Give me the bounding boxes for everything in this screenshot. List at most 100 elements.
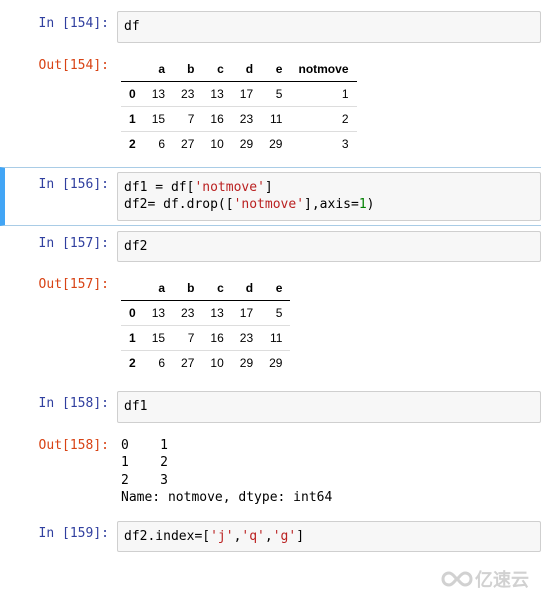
cell-value: 27 <box>173 131 202 156</box>
cell-157-out: Out[157]: a b c d e 0 13 <box>0 267 541 386</box>
code-text: ],axis= <box>304 197 359 212</box>
cell-value: 13 <box>144 81 173 106</box>
cell-value: 27 <box>173 351 202 376</box>
cell-value: 11 <box>261 106 290 131</box>
cell-content: df1 = df['notmove'] df2= df.drop(['notmo… <box>117 172 541 221</box>
out-prompt: Out[158]: <box>5 433 117 455</box>
code-string: 'q' <box>241 529 264 544</box>
col-header: a <box>144 276 173 301</box>
cell-value: 7 <box>173 326 202 351</box>
table-row: 1 15 7 16 23 11 2 <box>121 106 357 131</box>
row-index: 2 <box>121 131 144 156</box>
row-index: 2 <box>121 351 144 376</box>
cell-value: 29 <box>232 131 261 156</box>
table-row: 0 13 23 13 17 5 <box>121 301 290 326</box>
cell-output: a b c d e 0 13 23 13 17 5 <box>117 272 541 381</box>
cell-value: 15 <box>144 106 173 131</box>
code-string: 'notmove' <box>194 180 264 195</box>
cell-value: 3 <box>290 131 356 156</box>
code-input[interactable]: df1 <box>117 391 541 423</box>
cell-value: 2 <box>290 106 356 131</box>
cell-value: 13 <box>202 81 231 106</box>
row-index: 1 <box>121 326 144 351</box>
cell-value: 10 <box>202 131 231 156</box>
cell-value: 5 <box>261 301 290 326</box>
cell-value: 23 <box>173 301 202 326</box>
table-row: 1 15 7 16 23 11 <box>121 326 290 351</box>
col-header: c <box>202 57 231 82</box>
cell-value: 11 <box>261 326 290 351</box>
cell-content: df2 <box>117 231 541 263</box>
cell-156-in: In [156]: df1 = df['notmove'] df2= df.dr… <box>0 167 541 226</box>
code-string: 'notmove' <box>234 197 304 212</box>
code-input[interactable]: df2.index=['j','q','g'] <box>117 521 541 553</box>
cell-value: 5 <box>261 81 290 106</box>
out-prompt: Out[157]: <box>5 272 117 294</box>
cell-value: 1 <box>290 81 356 106</box>
code-string: 'g' <box>273 529 296 544</box>
table-row: 2 6 27 10 29 29 3 <box>121 131 357 156</box>
code-string: 'j' <box>210 529 233 544</box>
col-header: b <box>173 57 202 82</box>
cell-158-out: Out[158]: 0 1 1 2 2 3 Name: notmove, dty… <box>0 428 541 516</box>
code-input[interactable]: df2 <box>117 231 541 263</box>
table-row: 2 6 27 10 29 29 <box>121 351 290 376</box>
cell-value: 23 <box>173 81 202 106</box>
col-header: e <box>261 57 290 82</box>
watermark-text: 亿速云 <box>475 566 529 592</box>
cell-value: 29 <box>261 131 290 156</box>
table-row: 0 13 23 13 17 5 1 <box>121 81 357 106</box>
col-header: e <box>261 276 290 301</box>
cell-154-in: In [154]: df <box>0 6 541 48</box>
text-output: 0 1 1 2 2 3 Name: notmove, dtype: int64 <box>117 433 541 511</box>
cell-content: df1 <box>117 391 541 423</box>
in-prompt: In [157]: <box>5 231 117 253</box>
col-header: d <box>232 57 261 82</box>
cell-value: 15 <box>144 326 173 351</box>
cell-value: 23 <box>232 106 261 131</box>
code-text: ] <box>296 529 304 544</box>
cell-value: 6 <box>144 351 173 376</box>
cell-value: 16 <box>202 326 231 351</box>
cell-content: df2.index=['j','q','g'] <box>117 521 541 553</box>
watermark: 亿速云 <box>441 566 529 592</box>
cell-output: a b c d e notmove 0 13 23 13 17 <box>117 53 541 162</box>
cell-value: 16 <box>202 106 231 131</box>
code-input[interactable]: df <box>117 11 541 43</box>
in-prompt: In [158]: <box>5 391 117 413</box>
code-text: df1 = df[ <box>124 180 194 195</box>
code-text: df2.index=[ <box>124 529 210 544</box>
cell-value: 6 <box>144 131 173 156</box>
cell-154-out: Out[154]: a b c d e notmove 0 <box>0 48 541 167</box>
notebook: In [154]: df Out[154]: a b c d e notmove <box>0 0 541 557</box>
row-index: 0 <box>121 81 144 106</box>
dataframe-table: a b c d e notmove 0 13 23 13 17 <box>121 57 357 156</box>
row-index: 1 <box>121 106 144 131</box>
col-header: c <box>202 276 231 301</box>
code-text: ) <box>367 197 375 212</box>
col-header: b <box>173 276 202 301</box>
in-prompt: In [156]: <box>5 172 117 194</box>
cell-value: 13 <box>202 301 231 326</box>
code-text: ] <box>265 180 273 195</box>
code-input[interactable]: df1 = df['notmove'] df2= df.drop(['notmo… <box>117 172 541 221</box>
col-header: d <box>232 276 261 301</box>
row-index: 0 <box>121 301 144 326</box>
cell-value: 29 <box>232 351 261 376</box>
cell-158-in: In [158]: df1 <box>0 386 541 428</box>
col-header: notmove <box>290 57 356 82</box>
cell-output: 0 1 1 2 2 3 Name: notmove, dtype: int64 <box>117 433 541 511</box>
code-text: , <box>265 529 273 544</box>
cell-value: 17 <box>232 301 261 326</box>
cell-value: 23 <box>232 326 261 351</box>
infinity-icon <box>441 570 473 588</box>
cell-value: 7 <box>173 106 202 131</box>
col-header: a <box>144 57 173 82</box>
cell-159-in: In [159]: df2.index=['j','q','g'] <box>0 516 541 558</box>
dataframe-table: a b c d e 0 13 23 13 17 5 <box>121 276 290 375</box>
cell-157-in: In [157]: df2 <box>0 226 541 268</box>
code-number: 1 <box>359 197 367 212</box>
in-prompt: In [154]: <box>5 11 117 33</box>
out-prompt: Out[154]: <box>5 53 117 75</box>
cell-value: 13 <box>144 301 173 326</box>
